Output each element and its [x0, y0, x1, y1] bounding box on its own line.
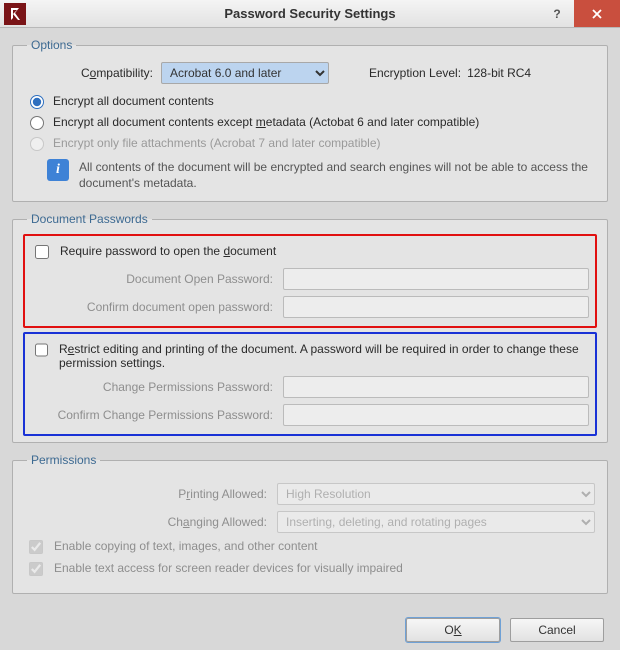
enable-screen-reader-row: Enable text access for screen reader dev…	[25, 561, 595, 579]
dialog-title: Password Security Settings	[0, 6, 620, 21]
change-permissions-password-label: Change Permissions Password:	[31, 380, 283, 394]
dialog-body: Options Compatibility: Acrobat 6.0 and l…	[0, 28, 620, 612]
printing-allowed-row: Printing Allowed: High Resolution	[25, 483, 595, 505]
permissions-legend: Permissions	[27, 453, 100, 467]
info-icon: i	[47, 159, 69, 181]
encrypt-all-label: Encrypt all document contents	[53, 94, 214, 108]
confirm-document-open-password-label: Confirm document open password:	[31, 300, 283, 314]
printing-allowed-label: Printing Allowed:	[25, 487, 277, 501]
dialog-footer: OK Cancel	[0, 612, 620, 650]
enable-copying-label: Enable copying of text, images, and othe…	[54, 539, 318, 553]
encrypt-except-metadata-label: Encrypt all document contents except met…	[53, 115, 479, 129]
encrypt-except-metadata-radio-row: Encrypt all document contents except met…	[25, 113, 595, 130]
enable-copying-row: Enable copying of text, images, and othe…	[25, 539, 595, 557]
require-open-password-label: Require password to open the document	[60, 244, 276, 258]
restrict-editing-section: Restrict editing and printing of the doc…	[23, 332, 597, 436]
change-permissions-password-row: Change Permissions Password:	[31, 376, 589, 398]
changing-allowed-select[interactable]: Inserting, deleting, and rotating pages	[277, 511, 595, 533]
encrypt-all-radio-row: Encrypt all document contents	[25, 92, 595, 109]
enable-screen-reader-label: Enable text access for screen reader dev…	[54, 561, 403, 575]
document-open-password-input[interactable]	[283, 268, 589, 290]
encrypt-attachments-radio	[30, 137, 44, 151]
changing-allowed-label: Changing Allowed:	[25, 515, 277, 529]
encrypt-attachments-label: Encrypt only file attachments (Acrobat 7…	[53, 136, 381, 150]
document-open-password-row: Document Open Password:	[31, 268, 589, 290]
cancel-button[interactable]: Cancel	[510, 618, 604, 642]
open-password-section: Require password to open the document Do…	[23, 234, 597, 328]
titlebar: Password Security Settings ?	[0, 0, 620, 28]
close-button[interactable]	[574, 0, 620, 27]
changing-allowed-row: Changing Allowed: Inserting, deleting, a…	[25, 511, 595, 533]
document-passwords-group: Document Passwords Require password to o…	[12, 212, 608, 443]
enable-screen-reader-checkbox	[29, 562, 43, 576]
document-open-password-label: Document Open Password:	[31, 272, 283, 286]
compatibility-row: Compatibility: Acrobat 6.0 and later Enc…	[25, 62, 595, 84]
confirm-document-open-password-row: Confirm document open password:	[31, 296, 589, 318]
compatibility-label: Compatibility:	[25, 66, 153, 80]
require-open-password-checkbox[interactable]	[35, 245, 49, 259]
options-legend: Options	[27, 38, 76, 52]
restrict-editing-label: Restrict editing and printing of the doc…	[59, 342, 589, 370]
permissions-group: Permissions Printing Allowed: High Resol…	[12, 453, 608, 594]
info-text: All contents of the document will be enc…	[79, 159, 595, 191]
enable-copying-checkbox	[29, 540, 43, 554]
encryption-level-label: Encryption Level:	[369, 66, 461, 80]
restrict-editing-row: Restrict editing and printing of the doc…	[31, 342, 589, 370]
options-group: Options Compatibility: Acrobat 6.0 and l…	[12, 38, 608, 202]
restrict-editing-checkbox[interactable]	[35, 343, 48, 357]
app-icon	[4, 3, 26, 25]
printing-allowed-select[interactable]: High Resolution	[277, 483, 595, 505]
confirm-document-open-password-input[interactable]	[283, 296, 589, 318]
change-permissions-password-input[interactable]	[283, 376, 589, 398]
encrypt-except-metadata-radio[interactable]	[30, 116, 44, 130]
encrypt-attachments-radio-row: Encrypt only file attachments (Acrobat 7…	[25, 134, 595, 151]
info-row: i All contents of the document will be e…	[25, 159, 595, 191]
require-open-password-row: Require password to open the document	[31, 244, 589, 262]
encryption-level-value: 128-bit RC4	[467, 66, 531, 80]
confirm-change-permissions-password-input[interactable]	[283, 404, 589, 426]
confirm-change-permissions-password-label: Confirm Change Permissions Password:	[31, 408, 283, 422]
help-button[interactable]: ?	[540, 0, 574, 27]
compatibility-select[interactable]: Acrobat 6.0 and later	[161, 62, 329, 84]
document-passwords-legend: Document Passwords	[27, 212, 152, 226]
confirm-change-permissions-password-row: Confirm Change Permissions Password:	[31, 404, 589, 426]
encrypt-all-radio[interactable]	[30, 95, 44, 109]
ok-button[interactable]: OK	[406, 618, 500, 642]
